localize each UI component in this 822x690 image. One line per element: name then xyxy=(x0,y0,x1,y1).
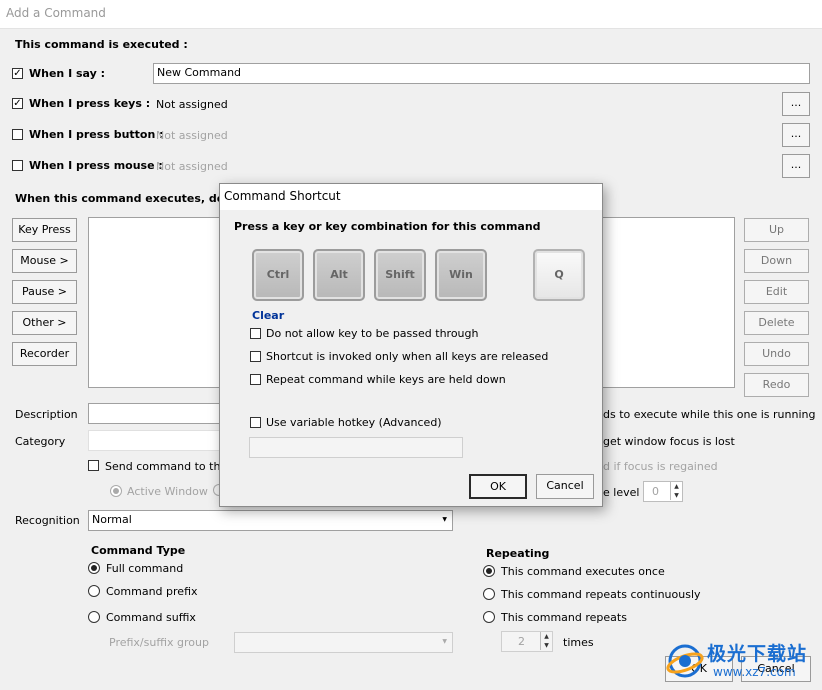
other-button[interactable]: Other > xyxy=(12,311,77,335)
executed-header: This command is executed : xyxy=(15,38,188,51)
command-suffix-radio[interactable] xyxy=(88,611,100,623)
watermark-logo-icon xyxy=(666,644,704,678)
repeat-held-label: Repeat command while keys are held down xyxy=(266,373,506,386)
when-keys-value: Not assigned xyxy=(156,98,228,111)
command-prefix-radio[interactable] xyxy=(88,585,100,597)
redo-button[interactable]: Redo xyxy=(744,373,809,397)
chevron-down-icon: ▼ xyxy=(442,516,447,523)
repeating-label: Repeating xyxy=(486,547,550,560)
repeat-count-value: 2 xyxy=(518,635,525,648)
category-label: Category xyxy=(15,435,66,448)
keys-ellipsis-button[interactable]: ... xyxy=(782,92,810,116)
watermark: 极光下载站 www.xz7.com xyxy=(665,637,822,687)
when-say-checkbox[interactable]: ✓ xyxy=(12,68,23,79)
level-label: e level xyxy=(603,486,640,499)
repeats-times-label: This command repeats xyxy=(501,611,627,624)
mouse-button[interactable]: Mouse > xyxy=(12,249,77,273)
active-window-label: Active Window xyxy=(127,485,208,498)
times-label: times xyxy=(563,636,594,649)
repeat-count-spinner[interactable]: 2 ▲ ▼ xyxy=(501,631,553,652)
when-say-label: When I say : xyxy=(29,67,106,80)
repeat-held-checkbox[interactable] xyxy=(250,374,261,385)
command-suffix-label: Command suffix xyxy=(106,611,196,624)
category-input[interactable] xyxy=(88,430,228,451)
dialog-title: Command Shortcut xyxy=(224,189,341,203)
key-ctrl[interactable]: Ctrl xyxy=(252,249,304,301)
repeats-continuously-label: This command repeats continuously xyxy=(501,588,701,601)
when-button-label: When I press button : xyxy=(29,128,164,141)
variable-hotkey-input[interactable] xyxy=(249,437,463,458)
when-button-value: Not assigned xyxy=(156,129,228,142)
repeat-spinner-arrows[interactable]: ▲ ▼ xyxy=(540,632,552,650)
dialog-instruction: Press a key or key combination for this … xyxy=(234,220,541,233)
clear-link[interactable]: Clear xyxy=(252,309,284,322)
mouse-ellipsis-button[interactable]: ... xyxy=(782,154,810,178)
watermark-text: 极光下载站 xyxy=(707,643,808,665)
prefix-group-label: Prefix/suffix group xyxy=(109,636,209,649)
recognition-label: Recognition xyxy=(15,514,80,527)
description-label: Description xyxy=(15,408,78,421)
command-prefix-label: Command prefix xyxy=(106,585,198,598)
level-spinner-arrows[interactable]: ▲ ▼ xyxy=(670,482,682,500)
variable-hotkey-checkbox[interactable] xyxy=(250,417,261,428)
focus-lost-label: get window focus is lost xyxy=(603,435,735,448)
spinner-down-icon[interactable]: ▼ xyxy=(540,641,552,650)
pause-button[interactable]: Pause > xyxy=(12,280,77,304)
level-spinner[interactable]: 0 ▲ ▼ xyxy=(643,481,683,502)
executes-once-radio[interactable] xyxy=(483,565,495,577)
dialog-cancel-button[interactable]: Cancel xyxy=(536,474,594,499)
key-selected[interactable]: Q xyxy=(533,249,585,301)
key-alt[interactable]: Alt xyxy=(313,249,365,301)
chevron-down-icon: ▼ xyxy=(442,638,447,645)
when-mouse-checkbox[interactable] xyxy=(12,160,23,171)
invoke-on-release-label: Shortcut is invoked only when all keys a… xyxy=(266,350,549,363)
spinner-up-icon[interactable]: ▲ xyxy=(670,482,682,491)
undo-button[interactable]: Undo xyxy=(744,342,809,366)
description-input[interactable] xyxy=(88,403,228,424)
when-button-checkbox[interactable] xyxy=(12,129,23,140)
watermark-url: www.xz7.com xyxy=(713,665,796,679)
recorder-button[interactable]: Recorder xyxy=(12,342,77,366)
prefix-group-select[interactable]: ▼ xyxy=(234,632,453,653)
spinner-up-icon[interactable]: ▲ xyxy=(540,632,552,641)
edit-button[interactable]: Edit xyxy=(744,280,809,304)
repeats-times-radio[interactable] xyxy=(483,611,495,623)
recognition-select[interactable]: Normal ▼ xyxy=(88,510,453,531)
send-command-label: Send command to this xyxy=(105,460,230,473)
repeats-continuously-radio[interactable] xyxy=(483,588,495,600)
window-title: Add a Command xyxy=(6,6,106,20)
when-mouse-label: When I press mouse : xyxy=(29,159,163,172)
command-type-label: Command Type xyxy=(91,544,186,557)
no-passthrough-checkbox[interactable] xyxy=(250,328,261,339)
command-shortcut-dialog: Command Shortcut Press a key or key comb… xyxy=(219,183,603,507)
key-win[interactable]: Win xyxy=(435,249,487,301)
dialog-title-bar: Command Shortcut xyxy=(220,184,602,210)
down-button[interactable]: Down xyxy=(744,249,809,273)
when-mouse-value: Not assigned xyxy=(156,160,228,173)
invoke-on-release-checkbox[interactable] xyxy=(250,351,261,362)
executes-once-label: This command executes once xyxy=(501,565,665,578)
variable-hotkey-label: Use variable hotkey (Advanced) xyxy=(266,416,442,429)
button-ellipsis-button[interactable]: ... xyxy=(782,123,810,147)
recognition-value: Normal xyxy=(92,513,132,526)
active-window-radio[interactable] xyxy=(110,485,122,497)
up-button[interactable]: Up xyxy=(744,218,809,242)
key-press-button[interactable]: Key Press xyxy=(12,218,77,242)
full-command-label: Full command xyxy=(106,562,184,575)
focus-regained-label: d if focus is regained xyxy=(603,460,718,473)
title-bar: Add a Command xyxy=(0,0,822,29)
spinner-down-icon[interactable]: ▼ xyxy=(670,491,682,500)
wait-execute-label: ds to execute while this one is running xyxy=(603,408,816,421)
no-passthrough-label: Do not allow key to be passed through xyxy=(266,327,479,340)
full-command-radio[interactable] xyxy=(88,562,100,574)
send-command-checkbox[interactable] xyxy=(88,460,99,471)
key-shift[interactable]: Shift xyxy=(374,249,426,301)
level-value: 0 xyxy=(652,485,659,498)
dialog-ok-button[interactable]: OK xyxy=(469,474,527,499)
when-keys-checkbox[interactable]: ✓ xyxy=(12,98,23,109)
when-keys-label: When I press keys : xyxy=(29,97,151,110)
delete-button[interactable]: Delete xyxy=(744,311,809,335)
when-say-input[interactable]: New Command xyxy=(153,63,810,84)
